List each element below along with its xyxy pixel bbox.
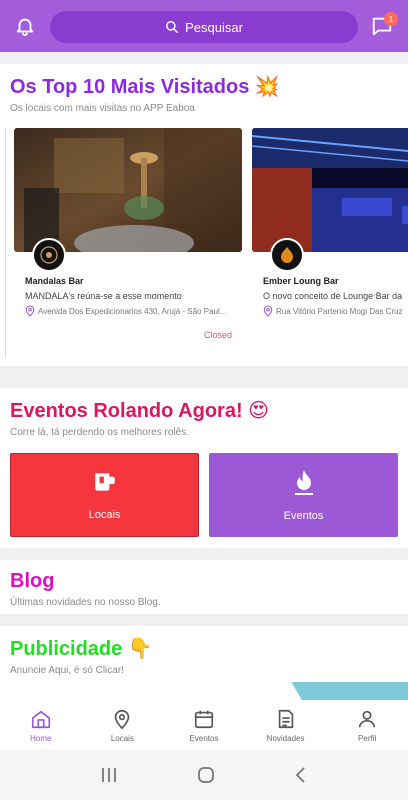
ad-banner-graphic	[291, 682, 408, 700]
nav-home[interactable]: Home	[0, 700, 82, 750]
app-root: Pesquisar 1 Os Top 10 Mais Visitados 💥 O…	[0, 0, 408, 800]
place-name: Mandalas Bar	[25, 276, 84, 286]
nav-home-label: Home	[30, 733, 52, 743]
document-icon	[278, 709, 293, 728]
place-card-image	[252, 128, 408, 252]
carousel-edge	[0, 128, 6, 358]
place-avatar	[270, 238, 304, 272]
nav-perfil[interactable]: Perfil	[326, 700, 408, 750]
place-address: Avenida Dos Expedicionarios 430, Arujá -…	[25, 305, 226, 317]
place-avatar	[32, 238, 66, 272]
top10-carousel[interactable]: Mandalas Bar MANDALA's reúna-se a esse m…	[14, 128, 408, 358]
ads-subtitle: Anuncie Aqui, é só Clicar!	[10, 665, 124, 676]
map-pin-icon	[115, 709, 130, 729]
flame-icon	[294, 470, 313, 495]
place-address-text: Avenida Dos Expedicionarios 430, Arujá -…	[38, 306, 227, 316]
recents-icon[interactable]	[100, 767, 118, 783]
place-card-image	[14, 128, 242, 252]
events-subtitle: Corre lá, tá perdendo os melhores rolês.	[10, 427, 189, 438]
chat-badge: 1	[384, 12, 398, 26]
cup-icon	[94, 473, 115, 491]
ads-section[interactable]: Publicidade 👇 Anuncie Aqui, é só Clicar!	[0, 626, 408, 700]
locais-label: Locais	[88, 509, 121, 521]
nav-eventos[interactable]: Eventos	[163, 700, 245, 750]
map-pin-icon	[263, 305, 273, 317]
top10-subtitle: Os locais com mais visitas no APP Eaboa	[10, 103, 195, 114]
bottom-nav: Home Locais Eventos Novidades Perfil	[0, 700, 408, 750]
place-status: Closed	[203, 330, 232, 340]
back-icon[interactable]	[294, 767, 308, 783]
place-card[interactable]: Ember Loung Bar O novo conceito de Loung…	[252, 128, 408, 358]
nav-locais-label: Locais	[110, 733, 134, 743]
events-section: Eventos Rolando Agora! 😍 Corre lá, tá pe…	[0, 388, 408, 442]
system-nav-bar	[0, 750, 408, 800]
place-address: Rua Vitório Partenio Mogi Das Cruz	[263, 305, 403, 317]
place-address-text: Rua Vitório Partenio Mogi Das Cruz	[276, 306, 403, 316]
user-icon	[359, 710, 376, 727]
blog-subtitle: Últimas novidades no nosso Blog.	[10, 597, 161, 608]
chat-button[interactable]: 1	[366, 10, 398, 42]
place-description: O novo conceito de Lounge Bar da	[263, 291, 403, 301]
nav-perfil-label: Perfil	[358, 733, 377, 743]
place-card[interactable]: Mandalas Bar MANDALA's reúna-se a esse m…	[14, 128, 242, 358]
place-name: Ember Loung Bar	[263, 276, 339, 286]
top10-title: Os Top 10 Mais Visitados 💥	[10, 76, 280, 98]
events-title: Eventos Rolando Agora! 😍	[10, 400, 270, 422]
bell-icon[interactable]	[0, 0, 50, 52]
search-bar[interactable]: Pesquisar	[50, 11, 358, 43]
ads-title: Publicidade 👇	[10, 638, 153, 660]
nav-eventos-label: Eventos	[189, 733, 219, 743]
calendar-icon	[194, 710, 214, 728]
eventos-button[interactable]: Eventos	[209, 453, 398, 537]
blog-section[interactable]: Blog Últimas novidades no nosso Blog.	[0, 560, 408, 614]
home-icon	[31, 710, 50, 728]
place-description: MANDALA's reúna-se a esse momento	[25, 291, 182, 301]
locais-button[interactable]: Locais	[10, 453, 199, 537]
nav-locais[interactable]: Locais	[82, 700, 164, 750]
nav-novidades[interactable]: Novidades	[245, 700, 327, 750]
home-circle-icon[interactable]	[197, 766, 215, 784]
map-pin-icon	[25, 305, 35, 317]
nav-novidades-label: Novidades	[266, 733, 305, 743]
top-bar: Pesquisar 1	[0, 0, 408, 52]
eventos-label: Eventos	[283, 510, 324, 522]
blog-title: Blog	[10, 570, 55, 592]
search-label: Pesquisar	[185, 19, 243, 35]
search-icon	[166, 21, 179, 33]
